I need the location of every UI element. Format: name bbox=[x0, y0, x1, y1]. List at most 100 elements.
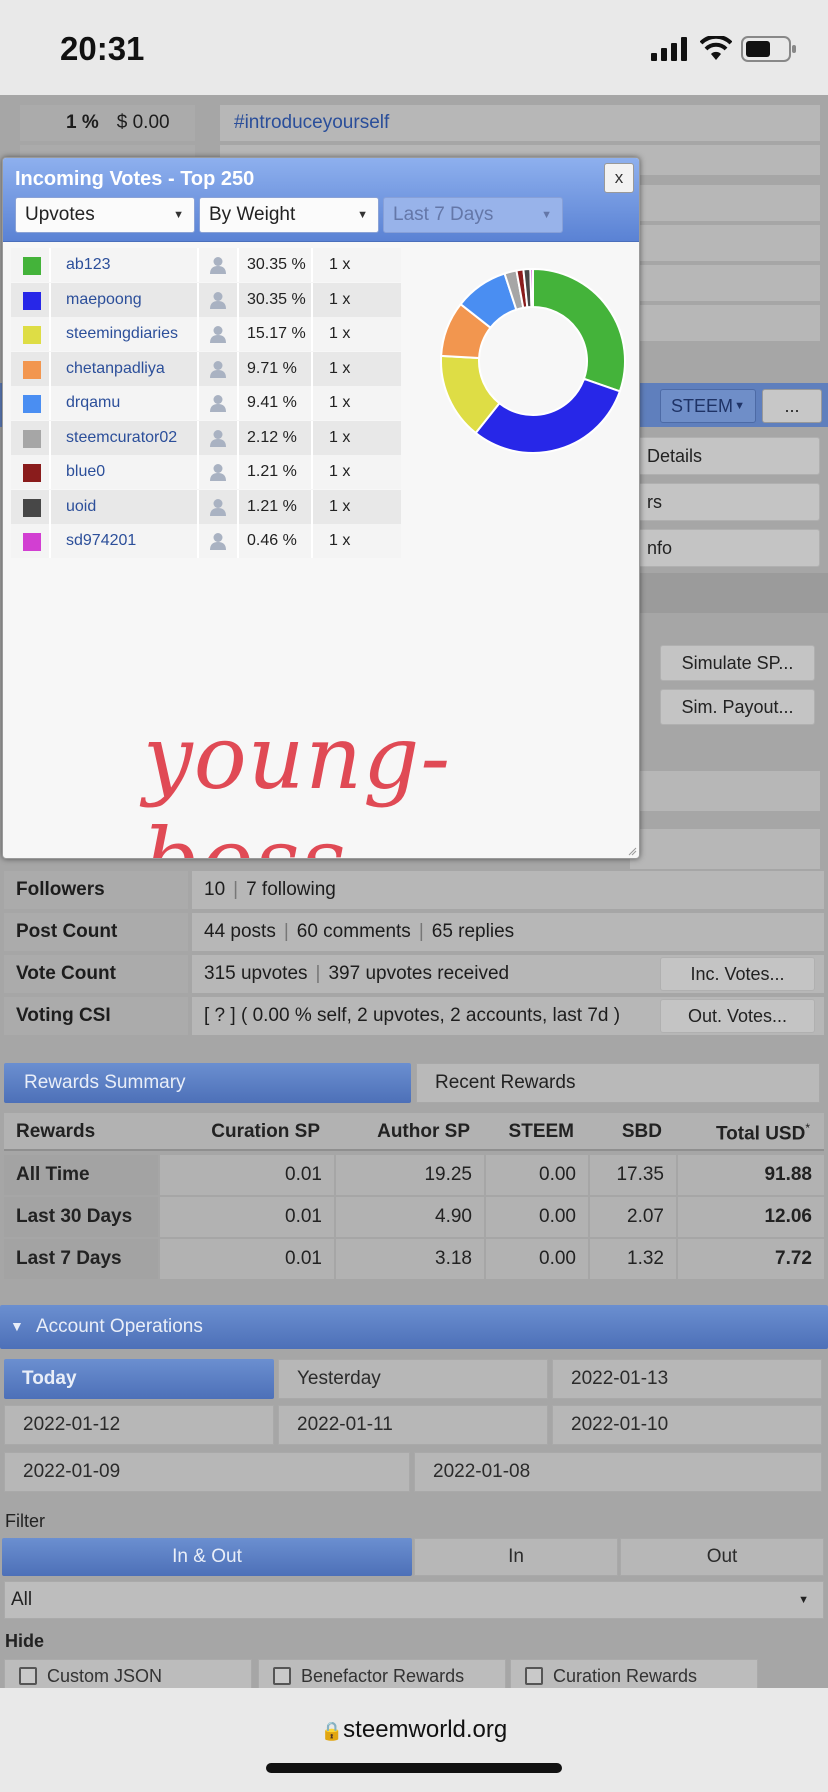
top-row-tag[interactable]: #introduceyourself bbox=[220, 112, 389, 134]
tab-recent-rewards[interactable]: Recent Rewards bbox=[416, 1063, 820, 1103]
signal-icon bbox=[651, 37, 687, 61]
browser-bottom-bar: 🔒steemworld.org bbox=[0, 1688, 828, 1792]
account-operations-header[interactable]: ▼ Account Operations bbox=[0, 1305, 828, 1349]
table-cell: All Time bbox=[4, 1155, 158, 1195]
vote-percent: 15.17 % bbox=[247, 325, 306, 342]
details-label: Details bbox=[647, 445, 703, 466]
date-tab[interactable]: 2022-01-10 bbox=[552, 1405, 822, 1445]
vote-type-select[interactable]: Upvotes ▼ bbox=[15, 197, 195, 233]
following-count[interactable]: 7 following bbox=[246, 879, 336, 901]
more-button[interactable]: ... bbox=[762, 389, 822, 423]
table-cell: 0.00 bbox=[486, 1239, 588, 1279]
user-icon[interactable] bbox=[209, 325, 227, 343]
voter-name[interactable]: chetanpadliya bbox=[66, 360, 165, 378]
filter-tab-in[interactable]: In bbox=[414, 1538, 618, 1576]
user-icon[interactable] bbox=[209, 394, 227, 412]
vote-count: 1 x bbox=[329, 290, 351, 308]
checkbox-icon[interactable] bbox=[19, 1667, 37, 1685]
battery-icon bbox=[741, 36, 796, 62]
filter-tab-out[interactable]: Out bbox=[620, 1538, 824, 1576]
date-tab[interactable]: 2022-01-08 bbox=[414, 1452, 822, 1492]
voter-name[interactable]: ab123 bbox=[66, 256, 111, 274]
checkbox-icon[interactable] bbox=[273, 1667, 291, 1685]
vote-count: 1 x bbox=[329, 394, 351, 411]
color-swatch bbox=[23, 257, 41, 275]
voter-name[interactable]: drqamu bbox=[66, 394, 120, 412]
divider bbox=[197, 455, 199, 489]
date-tab[interactable]: 2022-01-11 bbox=[278, 1405, 548, 1445]
table-cell: 19.25 bbox=[336, 1155, 484, 1195]
hide-custom-json-checkbox[interactable]: Custom JSON bbox=[4, 1659, 252, 1688]
date-tab[interactable]: 2022-01-09 bbox=[4, 1452, 410, 1492]
hide-option-label: Curation Rewards bbox=[553, 1665, 698, 1686]
user-icon[interactable] bbox=[209, 463, 227, 481]
checkbox-icon[interactable] bbox=[525, 1667, 543, 1685]
divider bbox=[237, 248, 239, 282]
list-item: maepoong 30.35 % 1 x bbox=[11, 282, 401, 317]
vote-percent: 30.35 % bbox=[247, 256, 306, 273]
color-swatch bbox=[23, 429, 41, 448]
voter-name[interactable]: maepoong bbox=[66, 291, 142, 309]
voter-name[interactable]: blue0 bbox=[66, 463, 105, 481]
home-indicator[interactable] bbox=[266, 1763, 562, 1773]
voter-name[interactable]: uoid bbox=[66, 498, 96, 516]
table-cell: 0.01 bbox=[160, 1197, 334, 1237]
details-menu-item[interactable]: Details bbox=[630, 437, 820, 475]
voter-name[interactable]: sd974201 bbox=[66, 532, 136, 550]
vote-count-label: Vote Count bbox=[4, 955, 188, 993]
simulate-sp-button[interactable]: Simulate SP... bbox=[660, 645, 815, 681]
vote-percent: 9.71 % bbox=[247, 359, 297, 377]
user-icon[interactable] bbox=[209, 291, 227, 309]
vote-percent: 30.35 % bbox=[247, 290, 306, 308]
date-tab[interactable]: 2022-01-12 bbox=[4, 1405, 274, 1445]
sort-value: By Weight bbox=[209, 204, 296, 225]
date-tab[interactable]: 2022-01-13 bbox=[552, 1359, 822, 1399]
donut-slice-maepoong[interactable] bbox=[474, 377, 622, 454]
donut-slice-ab123[interactable] bbox=[532, 267, 626, 393]
divider bbox=[237, 524, 239, 558]
filter-select-value: All bbox=[11, 1589, 33, 1610]
total-usd-header: Total USD* bbox=[680, 1121, 810, 1145]
resize-handle-icon[interactable] bbox=[627, 846, 637, 856]
lock-icon: 🔒 bbox=[320, 1721, 344, 1741]
menu-item-nfo-label: nfo bbox=[647, 537, 673, 558]
close-button[interactable]: x bbox=[604, 163, 634, 193]
menu-item-rs[interactable]: rs bbox=[630, 483, 820, 521]
voter-name[interactable]: steemcurator02 bbox=[66, 429, 177, 447]
date-tab-yesterday[interactable]: Yesterday bbox=[278, 1359, 548, 1399]
user-icon[interactable] bbox=[209, 256, 227, 274]
top-row-amount: $ 0.00 bbox=[116, 112, 170, 133]
sbd-header: SBD bbox=[621, 1121, 662, 1142]
list-item: steemcurator02 2.12 % 1 x bbox=[11, 420, 401, 455]
user-icon[interactable] bbox=[209, 429, 227, 447]
user-icon[interactable] bbox=[209, 498, 227, 516]
period-value: Last 7 Days bbox=[393, 204, 494, 225]
currency-select[interactable]: STEEM ▼ bbox=[660, 389, 756, 423]
filter-tab-in-out[interactable]: In & Out bbox=[2, 1538, 412, 1576]
hide-benefactor-rewards-checkbox[interactable]: Benefactor Rewards bbox=[258, 1659, 506, 1688]
user-icon[interactable] bbox=[209, 360, 227, 378]
out-votes-button[interactable]: Out. Votes... bbox=[660, 999, 815, 1033]
divider bbox=[49, 386, 51, 420]
url-bar[interactable]: 🔒steemworld.org bbox=[0, 1716, 828, 1744]
upvotes-count: 315 upvotes bbox=[204, 963, 308, 984]
sort-select[interactable]: By Weight ▼ bbox=[199, 197, 379, 233]
table-cell: 17.35 bbox=[590, 1155, 676, 1195]
url-domain: steemworld.org bbox=[343, 1716, 508, 1743]
color-swatch bbox=[23, 498, 41, 517]
filter-select[interactable]: All ▼ bbox=[4, 1581, 824, 1619]
posts-count: 44 posts bbox=[204, 921, 276, 942]
divider bbox=[49, 455, 51, 489]
tab-rewards-summary[interactable]: Rewards Summary bbox=[4, 1063, 411, 1103]
divider bbox=[237, 386, 239, 420]
inc-votes-button[interactable]: Inc. Votes... bbox=[660, 957, 815, 991]
date-tab-today[interactable]: Today bbox=[4, 1359, 274, 1399]
triangle-down-icon: ▼ bbox=[10, 1318, 24, 1334]
sim-payout-button[interactable]: Sim. Payout... bbox=[660, 689, 815, 725]
hide-curation-rewards-checkbox[interactable]: Curation Rewards bbox=[510, 1659, 758, 1688]
user-icon[interactable] bbox=[209, 532, 227, 550]
menu-item-nfo[interactable]: nfo bbox=[630, 529, 820, 567]
donut-slice-sd974201[interactable] bbox=[529, 267, 534, 309]
top-row-tag-cell[interactable]: #introduceyourself bbox=[220, 105, 820, 141]
voter-name[interactable]: steemingdiaries bbox=[66, 325, 178, 343]
